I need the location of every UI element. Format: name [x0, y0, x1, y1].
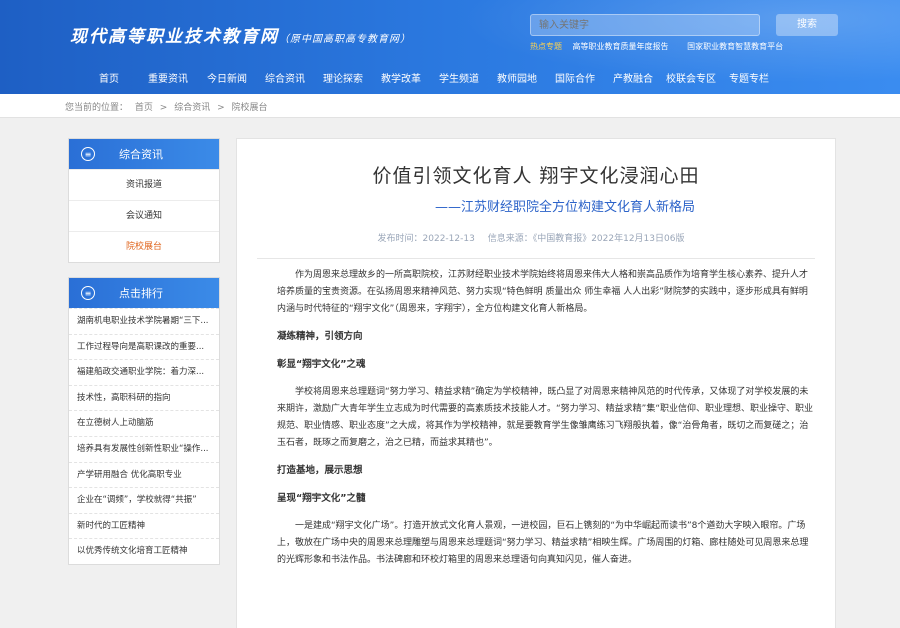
site-header: 现代高等职业技术教育网（原中国高职高专教育网） 搜索 热点专题 高等职业教育质量…: [0, 0, 900, 94]
breadcrumb-prefix: 您当前的位置：: [65, 103, 129, 113]
sidebar-item-meeting-notices[interactable]: 会议通知: [69, 200, 219, 231]
article-body: 作为周恩来总理故乡的一所高职院校，江苏财经职业技术学院始终将周恩来伟大人格和崇高…: [237, 259, 835, 569]
rank-item[interactable]: 培养具有发展性创新性职业“操作...: [69, 435, 219, 462]
nav-item-theory[interactable]: 理论探索: [314, 70, 372, 94]
sidebar-item-news-reports[interactable]: 资讯报道: [69, 169, 219, 200]
rank-item[interactable]: 湖南机电职业技术学院暑期“三下...: [69, 308, 219, 334]
site-logo-title[interactable]: 现代高等职业技术教育网（原中国高职高专教育网）: [70, 22, 411, 47]
breadcrumb-sep: >: [159, 103, 168, 113]
section-menu-title: 综合资讯: [119, 148, 163, 161]
rank-circle-icon: ≡: [81, 286, 95, 300]
rank-panel: ≡ 点击排行 湖南机电职业技术学院暑期“三下... 工作过程导向是高职课改的重要…: [68, 277, 220, 565]
nav-item-alliance[interactable]: 校联会专区: [662, 70, 720, 94]
article-paragraph: 作为周恩来总理故乡的一所高职院校，江苏财经职业技术学院始终将周恩来伟大人格和崇高…: [277, 270, 809, 314]
search-button[interactable]: 搜索: [776, 14, 838, 36]
nav-item-teaching-reform[interactable]: 教学改革: [372, 70, 430, 94]
search-input[interactable]: [530, 14, 760, 36]
hot-topics-label: 热点专题: [530, 42, 562, 51]
rank-item[interactable]: 新时代的工匠精神: [69, 512, 219, 539]
breadcrumb-general-info[interactable]: 综合资讯: [174, 103, 210, 113]
menu-circle-icon: ≡: [81, 147, 95, 161]
nav-item-home[interactable]: 首页: [80, 70, 138, 94]
main-content: ≡ 综合资讯 资讯报道 会议通知 院校展台 ≡ 点击排行 湖南机电职业技术学院暑…: [0, 118, 900, 628]
nav-item-industry[interactable]: 产教融合: [604, 70, 662, 94]
breadcrumb-sep: >: [217, 103, 225, 113]
info-source: 信息来源：《中国教育报》2022年12月13日06版: [487, 234, 685, 244]
hot-link-quality-report[interactable]: 高等职业教育质量年度报告: [573, 42, 669, 51]
section-menu-header: ≡ 综合资讯: [69, 139, 219, 169]
article-heading: 凝练精神，引领方向: [277, 331, 363, 342]
nav-item-special[interactable]: 专题专栏: [720, 70, 778, 94]
nav-item-important-news[interactable]: 重要资讯: [138, 70, 198, 94]
breadcrumb: 您当前的位置： 首页 > 综合资讯 > 院校展台: [0, 94, 900, 118]
rank-item[interactable]: 工作过程导向是高职课改的重要...: [69, 333, 219, 360]
article-title: 价值引领文化育人 翔宇文化浸润心田: [372, 165, 700, 187]
rank-header: ≡ 点击排行: [69, 278, 219, 308]
nav-item-students[interactable]: 学生频道: [430, 70, 488, 94]
article-paragraph: 一是建成“翔宇文化广场”。打造开放式文化育人景观，一进校园，巨石上镌刻的“为中华…: [277, 521, 809, 565]
article: 价值引领文化育人 翔宇文化浸润心田 ——江苏财经职院全方位构建文化育人新格局 发…: [236, 138, 836, 628]
rank-item[interactable]: 企业在“调频”，学校就得“共振”: [69, 487, 219, 513]
nav-item-international[interactable]: 国际合作: [546, 70, 604, 94]
hot-link-smart-platform[interactable]: 国家职业教育智慧教育平台: [687, 42, 783, 51]
article-heading: 彰显“翔宇文化”之魂: [277, 359, 366, 370]
main-nav: 首页 重要资讯 今日新闻 综合资讯 理论探索 教学改革 学生频道 教师园地 国际…: [0, 70, 900, 94]
rank-item[interactable]: 在立德树人上动脑筋: [69, 410, 219, 436]
nav-item-general-info[interactable]: 综合资讯: [256, 70, 314, 94]
nav-item-today-news[interactable]: 今日新闻: [198, 70, 256, 94]
rank-item[interactable]: 技术性，高职科研的指向: [69, 384, 219, 411]
nav-item-teachers[interactable]: 教师园地: [488, 70, 546, 94]
breadcrumb-home[interactable]: 首页: [135, 103, 153, 113]
article-heading: 打造基地，展示思想: [277, 465, 363, 476]
sidebar-item-school-showcase[interactable]: 院校展台: [69, 231, 219, 262]
article-paragraph: 学校将周恩来总理题词“努力学习、精益求精”确定为学校精神，既凸显了对周恩来精神风…: [277, 387, 813, 448]
rank-item[interactable]: 以优秀传统文化培育工匠精神: [69, 538, 219, 564]
sidebar: ≡ 综合资讯 资讯报道 会议通知 院校展台 ≡ 点击排行 湖南机电职业技术学院暑…: [68, 138, 220, 579]
publish-time: 发布时间：2022-12-13: [377, 234, 475, 244]
site-subtitle-text: （原中国高职高专教育网）: [279, 34, 411, 45]
section-menu-panel: ≡ 综合资讯 资讯报道 会议通知 院校展台: [68, 138, 220, 263]
article-subtitle: ——江苏财经职院全方位构建文化育人新格局: [434, 200, 695, 215]
rank-item[interactable]: 产学研用融合 优化高职专业: [69, 461, 219, 488]
article-meta: 发布时间：2022-12-13 信息来源：《中国教育报》2022年12月13日0…: [257, 231, 815, 259]
rank-title: 点击排行: [119, 287, 163, 300]
article-heading: 呈现“翔宇文化”之髓: [277, 493, 366, 504]
site-title-text: 现代高等职业技术教育网: [70, 27, 279, 47]
breadcrumb-showcase[interactable]: 院校展台: [232, 103, 268, 113]
rank-item[interactable]: 福建船政交通职业学院：着力深...: [69, 359, 219, 385]
hot-topics: 热点专题 高等职业教育质量年度报告 国家职业教育智慧教育平台: [530, 41, 799, 52]
